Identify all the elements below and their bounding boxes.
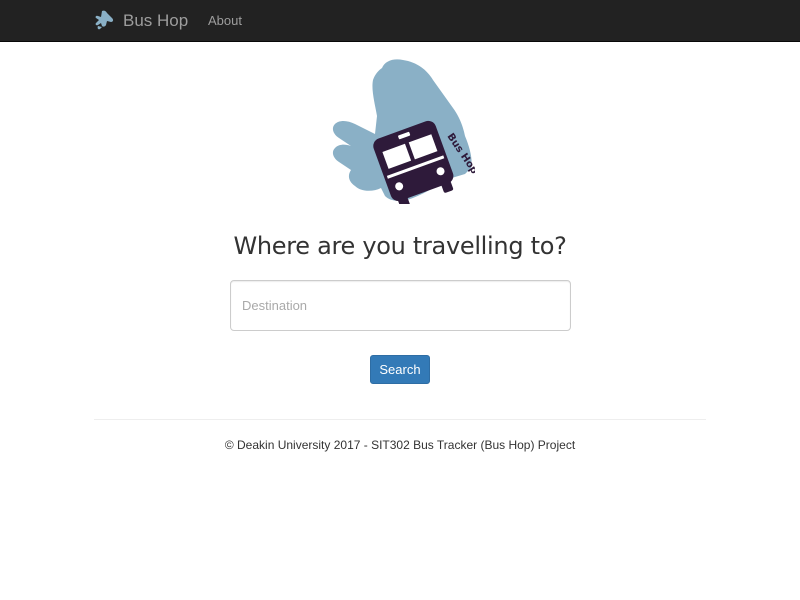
bus-hop-logo: Bus Hop (332, 59, 475, 204)
brand-name: Bus Hop (123, 11, 189, 30)
footer-divider (94, 419, 706, 420)
brand-link[interactable]: Bus Hop (93, 0, 188, 42)
footer-text: © Deakin University 2017 - SIT302 Bus Tr… (224, 438, 576, 452)
navbar: Bus Hop About (0, 0, 800, 42)
nav-link-about[interactable]: About (208, 0, 242, 42)
page-title: Where are you travelling to? (233, 232, 567, 260)
destination-input[interactable] (230, 280, 571, 331)
search-button[interactable]: Search (370, 355, 430, 384)
hand-icon (95, 10, 114, 30)
